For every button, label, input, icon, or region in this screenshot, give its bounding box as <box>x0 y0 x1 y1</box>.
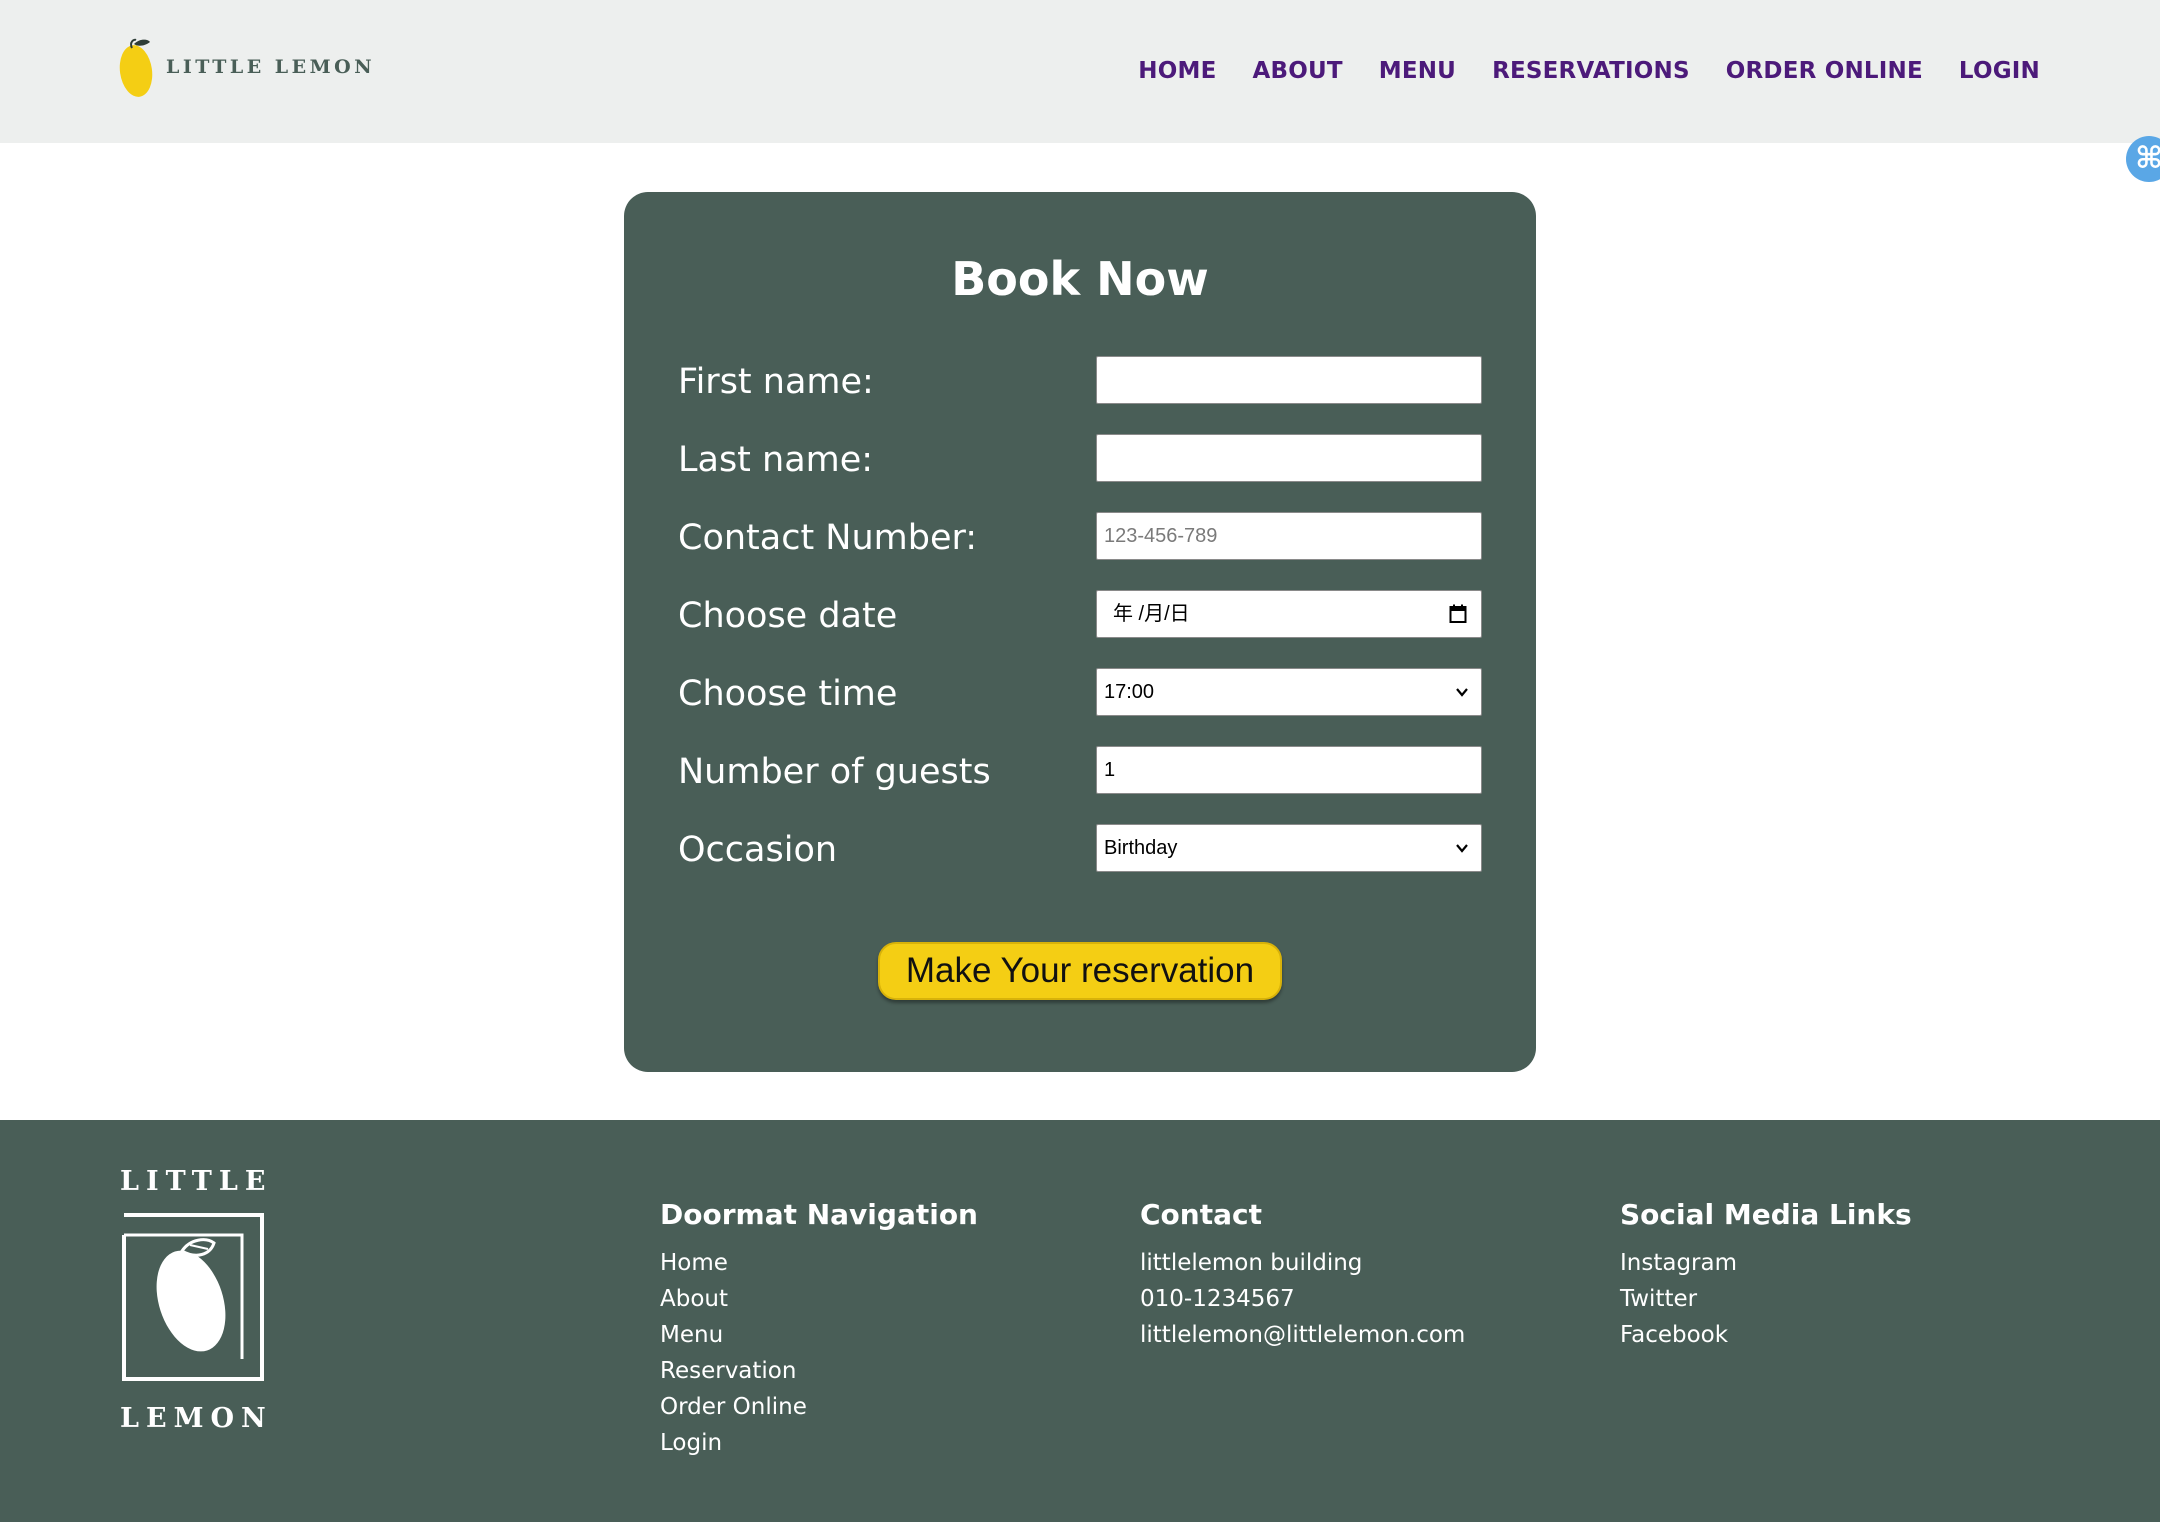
contact-number-label: Contact Number: <box>678 518 978 558</box>
last-name-row: Last name: <box>678 434 1482 482</box>
occasion-label: Occasion <box>678 830 838 870</box>
time-row: Choose time 17:00 <box>678 668 1482 716</box>
lemon-logo-icon <box>119 38 153 97</box>
guests-label: Number of guests <box>678 752 991 792</box>
contact-address: littlelemon building <box>1140 1250 1363 1276</box>
calendar-icon[interactable] <box>1449 604 1467 624</box>
nav-order-online[interactable]: ORDER ONLINE <box>1726 58 1923 84</box>
footer-logo-top-text: LITTLE <box>120 1166 273 1197</box>
doormat-navigation-title: Doormat Navigation <box>660 1198 978 1231</box>
date-format-text: 年 /月/日 <box>1113 603 1190 625</box>
doormat-navigation: Doormat Navigation Home About Menu Reser… <box>660 1198 978 1461</box>
footer-link-menu[interactable]: Menu <box>660 1317 978 1353</box>
first-name-row: First name: <box>678 356 1482 404</box>
footer-logo-bottom-text: LEMON <box>120 1403 273 1434</box>
occasion-row: Occasion Birthday <box>678 824 1482 872</box>
contact-email[interactable]: littlelemon@littlelemon.com <box>1140 1317 1465 1353</box>
footer-link-login[interactable]: Login <box>660 1425 978 1461</box>
contact-section: Contact littlelemon building 010-1234567… <box>1140 1198 1465 1353</box>
footer-link-reservation[interactable]: Reservation <box>660 1353 978 1389</box>
date-label: Choose date <box>678 596 898 636</box>
social-link-twitter[interactable]: Twitter <box>1620 1281 1912 1317</box>
command-badge-icon[interactable]: ⌘ <box>2126 136 2160 182</box>
nav-login[interactable]: LOGIN <box>1959 58 2040 84</box>
footer-link-home[interactable]: Home <box>660 1245 978 1281</box>
site-header: LITTLE LEMON HOME ABOUT MENU RESERVATION… <box>0 0 2160 143</box>
social-link-instagram[interactable]: Instagram <box>1620 1245 1912 1281</box>
footer-link-order-online[interactable]: Order Online <box>660 1389 978 1425</box>
time-label: Choose time <box>678 674 898 714</box>
occasion-select[interactable]: Birthday <box>1096 824 1482 872</box>
contact-title: Contact <box>1140 1198 1262 1231</box>
nav-reservations[interactable]: RESERVATIONS <box>1492 58 1690 84</box>
social-link-facebook[interactable]: Facebook <box>1620 1317 1912 1353</box>
guests-row: Number of guests 1 <box>678 746 1482 794</box>
last-name-label: Last name: <box>678 440 874 480</box>
form-title: Book Now <box>951 252 1209 306</box>
guests-input[interactable]: 1 <box>1096 746 1482 794</box>
nav-menu[interactable]: MENU <box>1379 58 1456 84</box>
nav-about[interactable]: ABOUT <box>1252 58 1342 84</box>
main-nav: HOME ABOUT MENU RESERVATIONS ORDER ONLIN… <box>1138 58 2040 84</box>
site-footer: LITTLE LEMON Doormat Navigation Home Abo… <box>0 1120 2160 1522</box>
header-logo[interactable]: LITTLE LEMON <box>118 36 375 98</box>
footer-link-about[interactable]: About <box>660 1281 978 1317</box>
date-input[interactable]: 年 /月/日 <box>1096 590 1482 638</box>
footer-logo[interactable]: LITTLE LEMON <box>120 1166 266 1434</box>
chevron-down-icon <box>1456 844 1468 853</box>
make-reservation-button[interactable]: Make Your reservation <box>878 942 1282 1000</box>
lemon-square-logo-icon <box>122 1213 264 1381</box>
last-name-input[interactable] <box>1096 434 1482 482</box>
logo-text: LITTLE LEMON <box>166 56 376 78</box>
contact-number-input[interactable]: 123-456-789 <box>1096 512 1482 560</box>
booking-form: Book Now First name: Last name: Contact … <box>624 192 1536 1072</box>
contact-phone: 010-1234567 <box>1140 1286 1295 1312</box>
first-name-label: First name: <box>678 362 874 402</box>
social-media-title: Social Media Links <box>1620 1198 1912 1231</box>
nav-home[interactable]: HOME <box>1138 58 1216 84</box>
chevron-down-icon <box>1456 688 1468 697</box>
occasion-selected-value: Birthday <box>1104 837 1178 859</box>
contact-number-row: Contact Number: 123-456-789 <box>678 512 1482 560</box>
first-name-input[interactable] <box>1096 356 1482 404</box>
time-select[interactable]: 17:00 <box>1096 668 1482 716</box>
time-selected-value: 17:00 <box>1104 681 1155 703</box>
date-row: Choose date 年 /月/日 <box>678 590 1482 638</box>
social-media-links: Social Media Links Instagram Twitter Fac… <box>1620 1198 1912 1353</box>
